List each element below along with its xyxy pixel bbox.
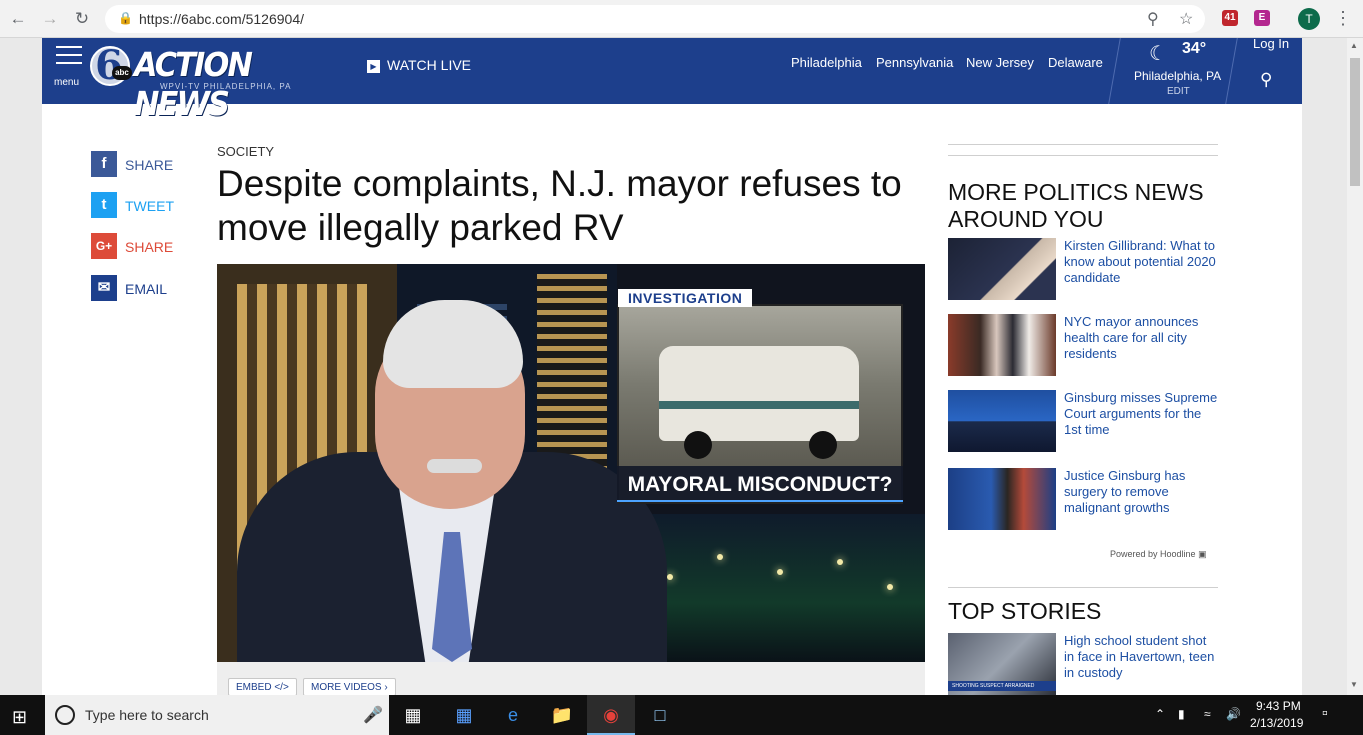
facebook-icon: f (91, 151, 117, 177)
twitter-icon: t (91, 192, 117, 218)
list-item[interactable]: Justice Ginsburg has surgery to remove m… (948, 468, 1218, 530)
divider (948, 144, 1218, 145)
menu-button[interactable]: menu (54, 44, 84, 88)
video-toolbar: EMBED </> MORE VIDEOS › (217, 662, 925, 695)
weather-temp: 34° (1182, 40, 1207, 57)
investigation-tag: INVESTIGATION (618, 289, 753, 307)
microphone-icon[interactable]: 🎤 (363, 705, 383, 725)
site-logo[interactable]: 6 abc ACTION NEWS WPVI-TV PHILADELPHIA, … (90, 42, 310, 123)
email-icon: ✉ (91, 275, 117, 301)
story-thumbnail (948, 468, 1056, 530)
site-header: menu 6 abc ACTION NEWS WPVI-TV PHILADELP… (42, 38, 1302, 123)
play-icon: ▶ (367, 60, 380, 73)
page-scrollbar[interactable]: ▲ ▼ (1347, 38, 1363, 695)
video-player[interactable]: INVESTIGATION MAYORAL MISCONDUCT? (217, 264, 925, 662)
address-bar[interactable]: 🔒 https://6abc.com/5126904/ ⚲ ☆ (105, 5, 1205, 33)
clock-date[interactable]: 2/13/2019 (1250, 716, 1303, 730)
menu-label: menu (54, 77, 80, 88)
extension-icon[interactable]: 41 (1222, 10, 1238, 26)
more-videos-button[interactable]: MORE VIDEOS › (303, 678, 396, 695)
google-plus-icon: G+ (91, 233, 117, 259)
forward-icon[interactable]: → (40, 9, 60, 29)
bookmark-star-icon[interactable]: ☆ (1179, 9, 1193, 29)
story-thumbnail (948, 238, 1056, 300)
region-link-philadelphia[interactable]: Philadelphia (791, 55, 862, 70)
edge-browser-icon[interactable]: e (489, 695, 537, 735)
chrome-browser-icon[interactable]: ◉ (587, 695, 635, 735)
weather-city: Philadelphia, PA (1134, 69, 1222, 83)
story-thumbnail (948, 390, 1056, 452)
divider (948, 155, 1218, 156)
article-headline: Despite complaints, N.J. mayor refuses t… (217, 163, 902, 248)
region-link-delaware[interactable]: Delaware (1048, 55, 1103, 70)
windows-taskbar: ⊞ Type here to search 🎤 ▦ ▦ e 📁 ◉ □ ⌃ ▮ … (0, 695, 1363, 735)
extension-icon[interactable]: E (1254, 10, 1270, 26)
app-icon[interactable]: □ (636, 695, 684, 735)
url-text[interactable]: https://6abc.com/5126904/ (139, 11, 304, 27)
weather-widget[interactable]: ☾ 34° Philadelphia, PA EDIT (1122, 38, 1230, 104)
weather-edit-link[interactable]: EDIT (1167, 86, 1190, 97)
zoom-icon[interactable]: ⚲ (1147, 9, 1159, 29)
list-item[interactable]: Kirsten Gillibrand: What to know about p… (948, 238, 1218, 300)
profile-avatar[interactable]: T (1298, 8, 1320, 30)
web-page: menu 6 abc ACTION NEWS WPVI-TV PHILADELP… (42, 38, 1302, 695)
reload-icon[interactable]: ↻ (72, 9, 92, 29)
notification-icon[interactable]: ▫ (1322, 705, 1328, 723)
search-icon[interactable]: ⚲ (1260, 70, 1272, 90)
video-banner: MAYORAL MISCONDUCT? (617, 466, 903, 502)
volume-icon[interactable]: 🔊 (1226, 707, 1241, 721)
cortana-icon (55, 705, 75, 725)
story-thumbnail: SHOOTING SUSPECT ARRAIGNED (948, 633, 1056, 695)
story-thumbnail (948, 314, 1056, 376)
region-link-pennsylvania[interactable]: Pennsylvania (876, 55, 953, 70)
browser-toolbar: ← → ↻ 🔒 https://6abc.com/5126904/ ⚲ ☆ 41… (0, 0, 1363, 38)
calculator-app-icon[interactable]: ▦ (440, 695, 488, 735)
list-item[interactable]: SHOOTING SUSPECT ARRAIGNED High school s… (948, 633, 1218, 695)
battery-icon[interactable]: ▮ (1178, 707, 1185, 721)
taskbar-search-input[interactable]: Type here to search 🎤 (45, 695, 389, 735)
windows-start-icon[interactable]: ⊞ (12, 707, 27, 728)
lock-icon: 🔒 (118, 11, 133, 25)
browser-menu-icon[interactable]: ⋮ (1334, 8, 1352, 29)
file-explorer-icon[interactable]: 📁 (538, 695, 586, 735)
wifi-icon[interactable]: ≈ (1204, 707, 1211, 721)
moon-icon: ☾ (1149, 43, 1167, 65)
chevron-up-icon[interactable]: ⌃ (1155, 707, 1165, 721)
embed-button[interactable]: EMBED </> (228, 678, 297, 695)
powered-by-hoodline[interactable]: Powered by Hoodline ▣ (1110, 549, 1207, 560)
region-link-new-jersey[interactable]: New Jersey (966, 55, 1034, 70)
clock-time[interactable]: 9:43 PM (1256, 699, 1301, 713)
politics-heading: MORE POLITICS NEWS AROUND YOU (948, 179, 1204, 232)
task-view-icon[interactable]: ▦ (389, 695, 437, 735)
article-category[interactable]: SOCIETY (217, 144, 274, 159)
divider (948, 587, 1218, 588)
back-icon[interactable]: ← (8, 9, 28, 29)
top-stories-heading: TOP STORIES (948, 598, 1102, 624)
list-item[interactable]: NYC mayor announces health care for all … (948, 314, 1218, 376)
list-item[interactable]: Ginsburg misses Supreme Court arguments … (948, 390, 1218, 452)
watch-live-link[interactable]: ▶ WATCH LIVE (367, 57, 471, 75)
login-link[interactable]: Log In (1253, 38, 1289, 51)
